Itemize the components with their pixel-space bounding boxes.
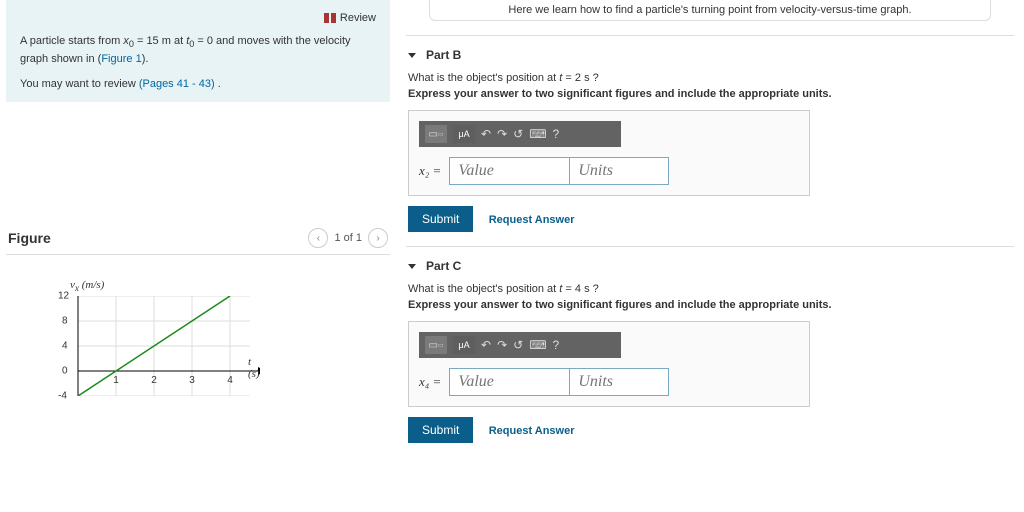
instruction-b: Express your answer to two significant f… (408, 88, 1012, 100)
redo-icon[interactable]: ↷ (497, 127, 507, 141)
part-c: Part C What is the object's position at … (406, 246, 1014, 457)
question-b: What is the object's position at t = 2 s… (408, 72, 1012, 84)
xtick: 4 (227, 375, 233, 386)
question-c: What is the object's position at t = 4 s… (408, 283, 1012, 295)
problem-intro: Review A particle starts from x0 = 15 m … (6, 0, 390, 102)
formula-toolbar: ▭▭ μA ↶ ↷ ↺ ⌨ ? (419, 121, 621, 147)
ytick: 0 (62, 365, 68, 376)
answer-lhs: x₄ = (419, 374, 441, 390)
value-input-b[interactable] (449, 157, 569, 185)
template-button[interactable]: ▭▭ (425, 125, 447, 143)
answer-lhs: x₂ = (419, 163, 441, 179)
ytick: 12 (58, 290, 69, 301)
ytick: 8 (62, 315, 68, 326)
figure-link[interactable]: Figure 1 (101, 53, 141, 65)
request-answer-b[interactable]: Request Answer (489, 214, 575, 226)
units-symbol-button[interactable]: μA (453, 125, 475, 143)
chevron-down-icon[interactable] (408, 264, 416, 269)
chevron-down-icon[interactable] (408, 53, 416, 58)
keyboard-icon[interactable]: ⌨ (529, 127, 546, 141)
x-axis-label: t (s) (248, 356, 260, 380)
units-symbol-button[interactable]: μA (453, 336, 475, 354)
reset-icon[interactable]: ↺ (513, 127, 523, 141)
review-icon (324, 13, 336, 23)
undo-icon[interactable]: ↶ (481, 338, 491, 352)
reset-icon[interactable]: ↺ (513, 338, 523, 352)
xtick: 2 (151, 375, 157, 386)
request-answer-c[interactable]: Request Answer (489, 425, 575, 437)
template-button[interactable]: ▭▭ (425, 336, 447, 354)
redo-icon[interactable]: ↷ (497, 338, 507, 352)
units-input-c[interactable] (569, 368, 669, 396)
ytick: -4 (58, 390, 67, 401)
help-icon[interactable]: ? (553, 127, 560, 141)
submit-button-c[interactable]: Submit (408, 417, 473, 443)
y-axis-label: vx (m/s) (70, 279, 104, 291)
formula-toolbar: ▭▭ μA ↶ ↷ ↺ ⌨ ? (419, 332, 621, 358)
xtick: 1 (113, 375, 119, 386)
next-figure-button[interactable]: › (368, 228, 388, 248)
answer-box-c: ▭▭ μA ↶ ↷ ↺ ⌨ ? x₄ = (408, 321, 810, 407)
xtick: 3 (189, 375, 195, 386)
review-link[interactable]: Review (20, 10, 376, 27)
pages-link[interactable]: (Pages 41 - 43) (139, 78, 215, 90)
intro-text: A particle starts from x0 = 15 m at t0 =… (20, 33, 376, 68)
prev-figure-button[interactable]: ‹ (308, 228, 328, 248)
keyboard-icon[interactable]: ⌨ (529, 338, 546, 352)
submit-button-b[interactable]: Submit (408, 206, 473, 232)
lesson-note: Here we learn how to find a particle's t… (429, 0, 991, 21)
value-input-c[interactable] (449, 368, 569, 396)
part-title: Part B (426, 48, 461, 62)
units-input-b[interactable] (569, 157, 669, 185)
figure-pager: ‹ 1 of 1 › (308, 228, 388, 248)
answer-box-b: ▭▭ μA ↶ ↷ ↺ ⌨ ? x₂ = (408, 110, 810, 196)
help-icon[interactable]: ? (553, 338, 560, 352)
undo-icon[interactable]: ↶ (481, 127, 491, 141)
instruction-c: Express your answer to two significant f… (408, 299, 1012, 311)
pager-text: 1 of 1 (334, 232, 362, 244)
hint-text: You may want to review (Pages 41 - 43) . (20, 76, 376, 93)
velocity-chart: vx (m/s) (70, 277, 300, 395)
part-b: Part B What is the object's position at … (406, 35, 1014, 246)
part-title: Part C (426, 259, 461, 273)
figure-heading: Figure (8, 230, 51, 246)
ytick: 4 (62, 340, 68, 351)
